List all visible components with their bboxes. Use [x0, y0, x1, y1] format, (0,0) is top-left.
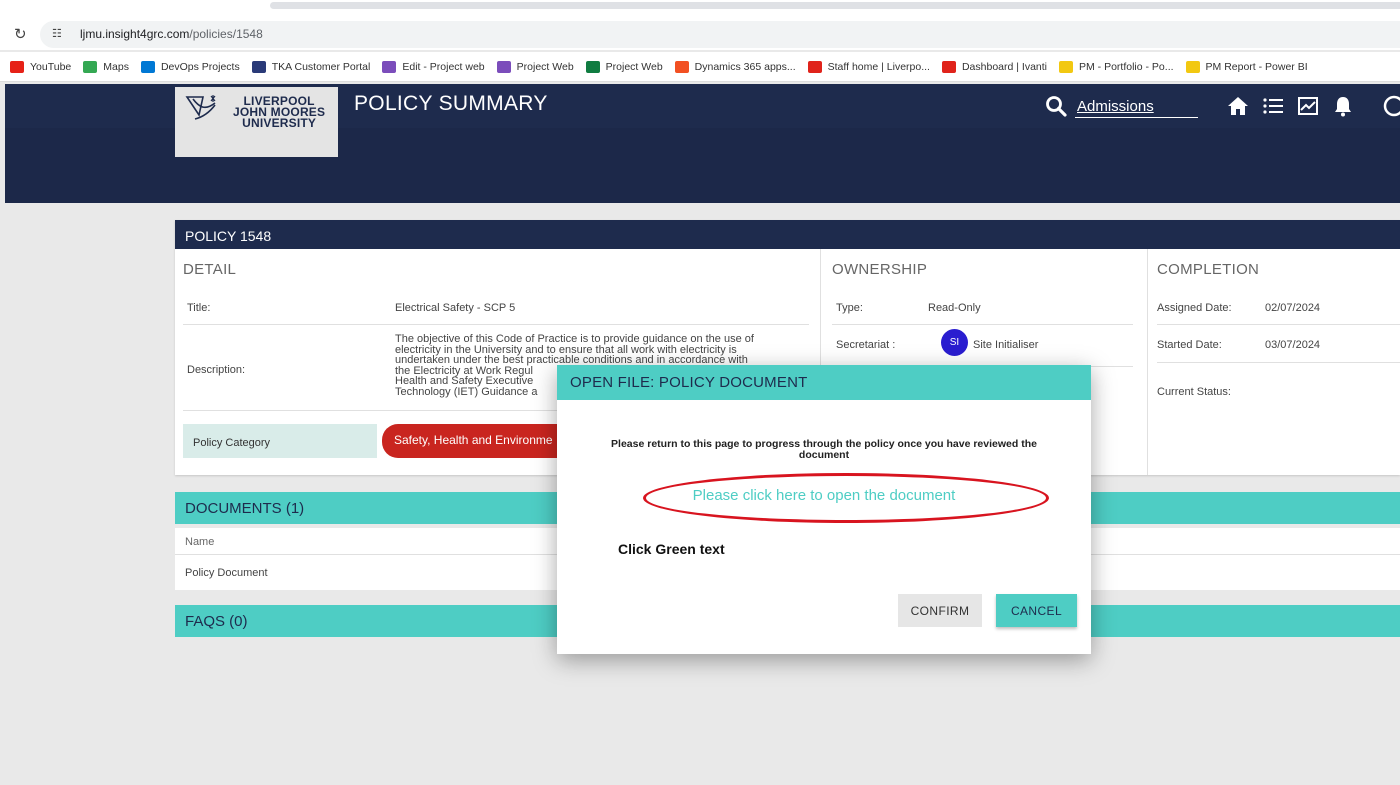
policy-heading: POLICY 1548 — [175, 220, 1400, 249]
chart-icon[interactable] — [1296, 94, 1320, 118]
bookmark-item[interactable]: Dashboard | Ivanti — [941, 60, 1047, 73]
bookmark-favicon-icon — [382, 60, 397, 73]
type-value: Read-Only — [928, 302, 981, 314]
url-field[interactable]: ☷ ljmu.insight4grc.com/policies/1548 — [40, 21, 1400, 48]
started-date-value: 03/07/2024 — [1265, 339, 1321, 351]
confirm-button[interactable]: CONFIRM — [898, 594, 982, 627]
bookmark-label: YouTube — [30, 60, 72, 73]
secretariat-label: Secretariat : — [836, 339, 896, 351]
bookmark-favicon-icon — [1185, 60, 1200, 73]
detail-section-title: DETAIL — [183, 261, 237, 278]
policy-category-label: Policy Category — [183, 424, 377, 458]
logo-text: LIVERPOOL JOHN MOORES UNIVERSITY — [233, 94, 326, 130]
home-icon[interactable] — [1226, 94, 1250, 118]
bookmark-favicon-icon — [251, 60, 266, 73]
bookmarks-bar: YouTube Maps DevOps Projects TKA Customer P… — [0, 52, 1400, 82]
bookmark-item[interactable]: PM Report - Power BI — [1185, 60, 1308, 73]
dialog-title: OPEN FILE: POLICY DOCUMENT — [557, 365, 1091, 400]
divider — [1157, 324, 1400, 325]
secretariat-avatar: SI — [941, 329, 968, 356]
type-label: Type: — [836, 302, 863, 314]
started-date-label: Started Date: — [1157, 339, 1222, 351]
completion-section-title: COMPLETION — [1157, 261, 1260, 278]
open-document-link[interactable]: Please click here to open the document — [557, 487, 1091, 504]
search-input[interactable] — [1075, 96, 1198, 118]
bookmark-label: Dynamics 365 apps... — [694, 60, 796, 73]
bookmark-label: PM - Portfolio - Po... — [1079, 60, 1174, 73]
address-bar: ↻ ☷ ljmu.insight4grc.com/policies/1548 — [0, 18, 1400, 50]
list-icon[interactable] — [1261, 94, 1285, 118]
bookmark-favicon-icon — [83, 60, 98, 73]
bookmark-item[interactable]: Edit - Project web — [382, 60, 485, 73]
divider — [832, 324, 1133, 325]
site-info-icon[interactable]: ☷ — [52, 27, 67, 42]
assigned-date-label: Assigned Date: — [1157, 302, 1232, 314]
open-file-dialog: OPEN FILE: POLICY DOCUMENT Please return… — [557, 365, 1091, 654]
bookmark-item[interactable]: Staff home | Liverpo... — [807, 60, 930, 73]
assigned-date-value: 02/07/2024 — [1265, 302, 1321, 314]
divider — [1157, 362, 1400, 363]
bookmark-item[interactable]: TKA Customer Portal — [251, 60, 371, 73]
page-title: POLICY SUMMARY — [354, 92, 548, 115]
bookmark-favicon-icon — [1059, 60, 1073, 73]
bookmark-label: Project Web — [516, 60, 574, 73]
search-icon[interactable] — [1044, 94, 1068, 118]
browser-tabstrip — [0, 0, 1400, 18]
bookmark-item[interactable]: Project Web — [496, 60, 574, 73]
bookmark-item[interactable]: Maps — [83, 60, 129, 73]
user-menu-icon[interactable] — [1382, 94, 1400, 118]
title-label: Title: — [187, 302, 211, 314]
title-value: Electrical Safety - SCP 5 — [395, 302, 516, 314]
bookmark-item[interactable]: PM - Portfolio - Po... — [1059, 60, 1174, 73]
bookmark-favicon-icon — [585, 60, 600, 73]
url-text[interactable]: ljmu.insight4grc.com/policies/1548 — [80, 27, 263, 41]
column-divider — [1147, 249, 1148, 475]
bookmark-label: Maps — [103, 60, 129, 73]
annotation-text: Click Green text — [618, 541, 725, 557]
bookmark-favicon-icon — [941, 60, 956, 73]
bookmark-favicon-icon — [807, 60, 822, 73]
name-column-header[interactable]: Name — [185, 536, 214, 548]
bookmark-label: Edit - Project web — [402, 60, 485, 73]
current-status-label: Current Status: — [1157, 386, 1231, 398]
ownership-section-title: OWNERSHIP — [832, 261, 928, 278]
divider — [183, 324, 809, 325]
tab-strip — [270, 2, 1400, 9]
bookmark-label: PM Report - Power BI — [1205, 60, 1308, 73]
bookmark-label: TKA Customer Portal — [271, 60, 371, 73]
cancel-button[interactable]: CANCEL — [996, 594, 1077, 627]
bookmark-item[interactable]: DevOps Projects — [140, 60, 240, 73]
bookmark-item[interactable]: Project Web — [585, 60, 663, 73]
bookmark-item[interactable]: YouTube — [10, 60, 72, 73]
logo-emblem-icon — [185, 95, 216, 120]
description-label: Description: — [187, 364, 246, 376]
bookmark-favicon-icon — [674, 60, 689, 73]
bookmark-label: Project Web — [605, 60, 663, 73]
bookmark-item[interactable]: Dynamics 365 apps... — [674, 60, 796, 73]
bookmark-favicon-icon — [496, 60, 511, 73]
policy-category-badge: Safety, Health and Environme — [382, 424, 562, 458]
university-logo[interactable]: LIVERPOOL JOHN MOORES UNIVERSITY — [175, 87, 338, 157]
bookmark-favicon-icon — [140, 60, 155, 73]
secretariat-value: Site Initialiser — [973, 339, 1039, 351]
bookmark-label: Staff home | Liverpo... — [827, 60, 930, 73]
bookmark-label: DevOps Projects — [160, 60, 240, 73]
bookmark-favicon-icon — [10, 60, 24, 73]
dialog-message: Please return to this page to progress t… — [611, 438, 1037, 461]
reload-icon[interactable]: ↻ — [14, 25, 27, 43]
bell-icon[interactable] — [1331, 94, 1355, 118]
document-row[interactable]: Policy Document — [185, 567, 268, 579]
bookmark-label: Dashboard | Ivanti — [961, 60, 1047, 73]
